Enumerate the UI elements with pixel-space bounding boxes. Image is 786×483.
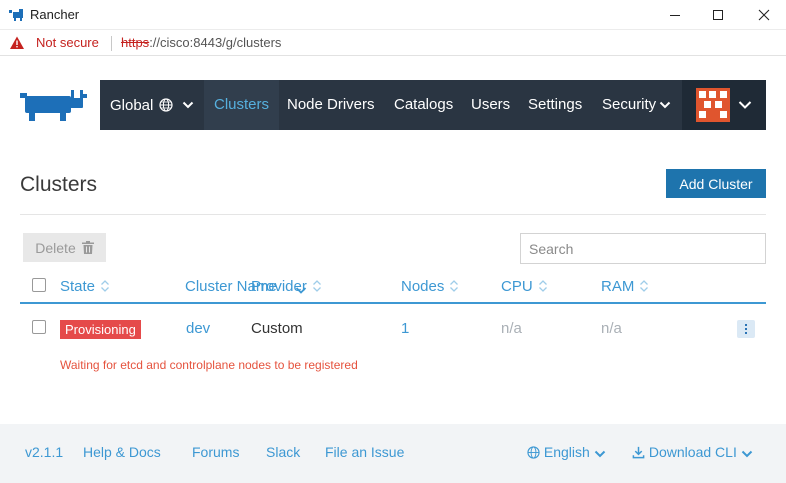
select-all-checkbox[interactable] [32, 278, 46, 292]
nodes-link[interactable]: 1 [401, 320, 409, 337]
url-path: ://cisco:8443/g/clusters [149, 35, 282, 50]
column-header-provider[interactable]: Provider [251, 278, 322, 295]
table-header-rule [20, 302, 766, 304]
maximize-icon[interactable] [708, 5, 728, 25]
avatar[interactable] [696, 88, 730, 122]
row-status-message: Waiting for etcd and controlplane nodes … [60, 358, 358, 372]
global-scope-menu[interactable]: Global [100, 80, 203, 130]
minimize-icon[interactable] [665, 5, 685, 25]
chevron-down-icon [182, 101, 194, 109]
column-label-cpu: CPU [501, 278, 533, 295]
row-checkbox[interactable] [32, 320, 46, 334]
language-label: English [543, 444, 590, 460]
chevron-down-icon [594, 450, 605, 458]
provider-cell: Custom [251, 320, 303, 337]
download-cli-menu[interactable]: Download CLI [632, 444, 753, 460]
divider [20, 214, 766, 215]
global-label: Global [110, 96, 154, 114]
delete-button[interactable]: Delete [23, 233, 106, 262]
url-field[interactable]: https://cisco:8443/g/clusters [121, 35, 281, 50]
status-badge: Provisioning [60, 320, 141, 339]
address-separator [111, 36, 112, 51]
forums-link[interactable]: Forums [192, 444, 239, 460]
main-nav: Global Clusters Node Drivers Catalogs Us… [100, 80, 766, 130]
sort-descending-icon [295, 287, 307, 294]
nav-node-drivers[interactable]: Node Drivers [287, 80, 375, 130]
delete-label: Delete [35, 239, 76, 256]
column-header-ram[interactable]: RAM [601, 278, 649, 295]
sort-icon [450, 280, 459, 292]
url-scheme: https [121, 35, 150, 50]
column-header-state[interactable]: State [60, 278, 110, 295]
nav-security-label: Security [602, 96, 657, 113]
add-cluster-button[interactable]: Add Cluster [666, 169, 766, 198]
cluster-name-link[interactable]: dev [186, 320, 210, 337]
sort-icon [538, 280, 547, 292]
window-titlebar: Rancher [0, 0, 786, 30]
sort-icon [101, 280, 109, 292]
row-actions-menu-icon[interactable] [737, 320, 755, 338]
globe-icon [527, 446, 540, 459]
sort-icon [640, 280, 649, 292]
chevron-down-icon [741, 450, 752, 458]
page-title: Clusters [20, 173, 98, 196]
file-issue-link[interactable]: File an Issue [325, 444, 404, 460]
nav-clusters[interactable]: Clusters [204, 80, 280, 130]
chevron-down-icon [738, 101, 752, 109]
column-label-state: State [60, 278, 96, 295]
slack-link[interactable]: Slack [266, 444, 300, 460]
search-input[interactable] [520, 233, 766, 264]
rancher-icon [9, 9, 23, 21]
trash-icon [81, 241, 94, 254]
nav-users[interactable]: Users [471, 80, 510, 130]
nav-settings[interactable]: Settings [528, 80, 582, 130]
warning-icon[interactable] [9, 35, 25, 51]
chevron-down-icon [659, 101, 671, 109]
user-menu[interactable] [682, 80, 766, 130]
column-header-cpu[interactable]: CPU [501, 278, 548, 295]
download-icon [632, 446, 645, 459]
security-status[interactable]: Not secure [36, 35, 99, 50]
column-label-ram: RAM [601, 278, 635, 295]
footer: v2.1.1 Help & Docs Forums Slack File an … [0, 424, 786, 483]
column-header-nodes[interactable]: Nodes [401, 278, 459, 295]
help-docs-link[interactable]: Help & Docs [83, 444, 161, 460]
close-icon[interactable] [754, 5, 774, 25]
nav-security[interactable]: Security [602, 80, 671, 130]
window-title: Rancher [30, 7, 80, 22]
column-label-nodes: Nodes [401, 278, 445, 295]
rancher-logo-icon[interactable] [20, 88, 88, 122]
download-label: Download CLI [648, 444, 737, 460]
version-link[interactable]: v2.1.1 [25, 444, 63, 460]
nav-catalogs[interactable]: Catalogs [394, 80, 453, 130]
globe-icon [159, 98, 173, 112]
cpu-cell: n/a [501, 320, 522, 337]
language-selector[interactable]: English [527, 444, 606, 460]
ram-cell: n/a [601, 320, 622, 337]
address-bar[interactable]: Not secure https://cisco:8443/g/clusters [0, 30, 786, 56]
sort-icon [312, 280, 321, 292]
